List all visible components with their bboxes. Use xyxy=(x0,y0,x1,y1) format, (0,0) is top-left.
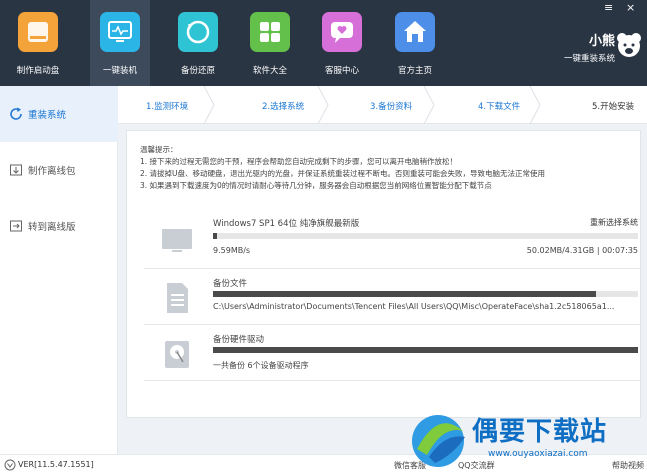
switch-icon xyxy=(9,219,23,233)
tab-software[interactable]: 软件大全 xyxy=(240,0,300,86)
system-name: Windows7 SP1 64位 纯净旗舰最新版 xyxy=(213,219,360,229)
step-4: 4.下载文件 xyxy=(478,102,521,112)
brand-tagline: 一键重装系统 xyxy=(563,54,615,64)
tab-label: 软件大全 xyxy=(252,66,287,76)
backup-file-path: C:\Users\Administrator\Documents\Tencent… xyxy=(213,302,615,311)
step-5: 5.开始安装 xyxy=(592,102,635,112)
sidebar-item-label: 重装系统 xyxy=(28,110,67,121)
brand: 小熊 一键重装系统 xyxy=(545,30,615,64)
hard-drive-icon xyxy=(160,337,194,371)
bear-logo-icon xyxy=(614,30,644,60)
download-progress-bar xyxy=(213,233,638,239)
tab-label: 备份还原 xyxy=(180,66,215,76)
sidebar-item-label: 制作离线包 xyxy=(28,166,76,177)
backup-progress-bar xyxy=(213,291,638,297)
restore-icon xyxy=(178,12,218,52)
site-watermark: 偶要下载站 www.ouyaoxiazai.com xyxy=(405,409,647,474)
monitor-icon xyxy=(160,223,194,257)
driver-status: 一共备份 6个设备驱动程序 xyxy=(213,361,309,370)
backup-drivers-item: 备份硬件驱动 一共备份 6个设备驱动程序 xyxy=(144,325,640,381)
install-panel: 温馨提示： 1. 接下来的过程无需您的干预，程序会帮助您自动完成剩下的步骤，您可… xyxy=(126,130,641,418)
close-button[interactable]: × xyxy=(626,1,635,14)
package-icon xyxy=(9,163,23,177)
version-label: VER[11.5.47.1551] xyxy=(18,460,94,469)
download-speed: 9.59MB/s xyxy=(213,246,251,255)
progress-fill xyxy=(213,347,638,353)
monitor-pulse-icon xyxy=(100,12,140,52)
tab-label: 一键装机 xyxy=(102,66,137,76)
watermark-url: www.ouyaoxiazai.com xyxy=(488,449,588,459)
refresh-icon xyxy=(9,107,23,121)
sidebar-item-make-offline-package[interactable]: 制作离线包 xyxy=(0,142,118,198)
watermark-logo-icon xyxy=(412,415,465,467)
step-3: 3.备份资料 xyxy=(370,102,413,112)
chat-heart-icon xyxy=(322,12,362,52)
tip-line: 3. 如果遇到下载速度为0的情况时请耐心等待几分钟，服务器会自动根据您当前网络位… xyxy=(140,181,492,190)
download-item: Windows7 SP1 64位 纯净旗舰最新版 重新选择系统 9.59MB/s… xyxy=(144,211,640,269)
watermark-name: 偶要下载站 xyxy=(472,417,608,447)
sidebar-item-switch-offline[interactable]: 转到离线版 xyxy=(0,198,118,254)
tip-heading: 温馨提示： xyxy=(140,145,178,154)
home-icon xyxy=(395,12,435,52)
progress-fill xyxy=(213,233,218,239)
backup-files-item: 备份文件 C:\Users\Administrator\Documents\Te… xyxy=(144,269,640,325)
sidebar-item-label: 转到离线版 xyxy=(28,222,76,233)
chevron-right-icon xyxy=(423,86,435,124)
main-content: 温馨提示： 1. 接下来的过程无需您的干预，程序会帮助您自动完成剩下的步骤，您可… xyxy=(118,124,647,454)
brand-name: 小熊 xyxy=(588,34,615,49)
tab-label: 制作启动盘 xyxy=(16,66,60,76)
backup-files-title: 备份文件 xyxy=(213,279,248,289)
reselect-system-link[interactable]: 重新选择系统 xyxy=(590,217,638,228)
disk-icon xyxy=(18,12,58,52)
sidebar: 重装系统 制作离线包 转到离线版 xyxy=(0,86,118,454)
chevron-right-icon xyxy=(529,86,541,124)
chevron-right-icon xyxy=(317,86,329,124)
tip-line: 2. 请拔掉U盘、移动硬盘，退出光驱内的光盘，并保证系统重装过程不断电。否则重装… xyxy=(140,169,546,178)
tab-support[interactable]: 客服中心 xyxy=(312,0,372,86)
sidebar-item-reinstall[interactable]: 重装系统 xyxy=(0,86,118,142)
backup-drivers-title: 备份硬件驱动 xyxy=(213,335,265,345)
driver-progress-bar xyxy=(213,347,638,353)
grid-icon xyxy=(250,12,290,52)
menu-button[interactable]: ≡ xyxy=(604,1,613,14)
step-1: 1.监测环境 xyxy=(146,102,189,112)
tab-backup-restore[interactable]: 备份还原 xyxy=(168,0,228,86)
tab-make-boot-disk[interactable]: 制作启动盘 xyxy=(8,0,68,86)
tab-homepage[interactable]: 官方主页 xyxy=(385,0,445,86)
download-stats: 50.02MB/4.31GB | 00:07:35 xyxy=(526,246,638,255)
tip-line: 1. 接下来的过程无需您的干预，程序会帮助您自动完成剩下的步骤，您可以离开电脑稍… xyxy=(140,157,458,166)
document-icon xyxy=(160,281,194,315)
progress-fill xyxy=(213,291,596,297)
step-indicator: 1.监测环境 2.选择系统 3.备份资料 4.下载文件 5.开始安装 xyxy=(118,86,647,124)
top-nav-bar: 制作启动盘 一键装机 备份还原 软件大全 客服中心 官方主页 ≡ × 小熊 一键… xyxy=(0,0,647,86)
version-icon xyxy=(4,459,16,471)
chevron-right-icon xyxy=(203,86,215,124)
tab-one-click-install[interactable]: 一键装机 xyxy=(90,0,150,86)
tab-label: 官方主页 xyxy=(397,66,432,76)
tab-label: 客服中心 xyxy=(324,66,359,76)
step-2: 2.选择系统 xyxy=(262,102,305,112)
